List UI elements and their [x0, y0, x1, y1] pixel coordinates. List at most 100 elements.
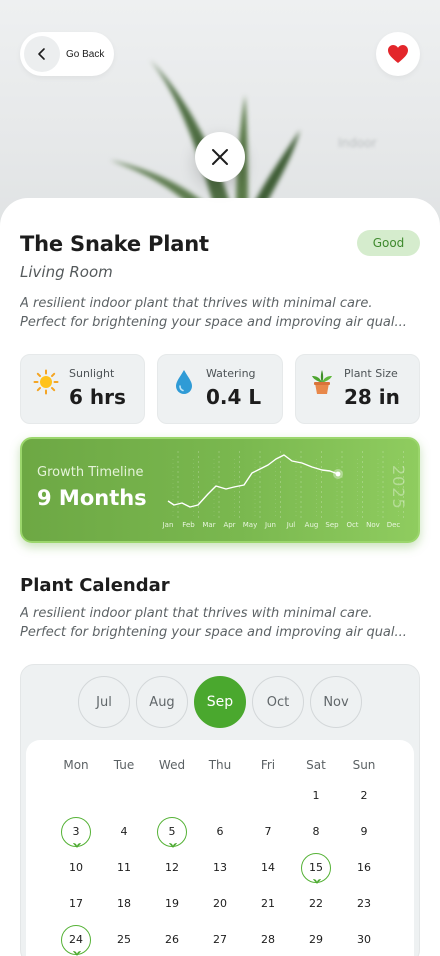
growth-label: Growth Timeline: [37, 465, 144, 480]
growth-timeline-card[interactable]: Jan Feb Mar Apr May Jun Jul Aug Sep Oct Nov Dec Gro…: [20, 437, 420, 543]
calendar-day-number: 3: [72, 825, 80, 838]
growth-month-label: Dec: [387, 521, 401, 529]
calendar-day[interactable]: 11: [109, 853, 139, 883]
calendar-day-number: 30: [357, 933, 371, 946]
calendar-day-number: 8: [312, 825, 320, 838]
calendar-day-number: 15: [309, 861, 323, 874]
calendar-day-number: 16: [357, 861, 371, 874]
potted-plant-icon: [310, 369, 334, 399]
calendar-day-number: 7: [264, 825, 272, 838]
calendar-day[interactable]: 18: [109, 889, 139, 919]
calendar-day[interactable]: 7: [253, 817, 283, 847]
plant-name: The Snake Plant: [20, 232, 209, 256]
calendar-day-watering[interactable]: 24: [61, 925, 91, 956]
calendar-day-watering[interactable]: 3: [61, 817, 91, 848]
weekday-label: Mon: [63, 758, 89, 772]
growth-month-label: Jul: [286, 521, 296, 529]
growth-month-label: Nov: [366, 521, 380, 529]
calendar-day-number: 4: [120, 825, 128, 838]
calendar-day[interactable]: 10: [61, 853, 91, 883]
calendar-day[interactable]: 14: [253, 853, 283, 883]
weekday-label: Fri: [260, 758, 276, 772]
calendar-day-number: 10: [69, 861, 83, 874]
calendar-day[interactable]: 4: [109, 817, 139, 847]
calendar-day[interactable]: 20: [205, 889, 235, 919]
calendar-day-number: 14: [261, 861, 275, 874]
calendar-day-number: 6: [216, 825, 224, 838]
plant-calendar-title: Plant Calendar: [20, 575, 170, 596]
plant-calendar-description-line-1: A resilient indoor plant that thrives wi…: [20, 606, 373, 621]
plant-location: Living Room: [20, 263, 113, 281]
sprout-icon: [313, 879, 321, 884]
stat-card-sunlight: Sunlight 6 hrs: [20, 354, 145, 424]
calendar-day-number: 17: [69, 897, 83, 910]
calendar-day-watering[interactable]: 15: [301, 853, 331, 884]
growth-month-label: May: [243, 521, 257, 529]
growth-month-label: Feb: [182, 521, 195, 529]
calendar-day-number: 18: [117, 897, 131, 910]
hero-tag: Indoor: [338, 136, 377, 150]
go-back-label: Go Back: [66, 48, 105, 60]
plant-description-line-2: Perfect for brightening your space and i…: [20, 315, 407, 330]
calendar-day[interactable]: 21: [253, 889, 283, 919]
calendar-day-number: 28: [261, 933, 275, 946]
calendar-day[interactable]: 9: [349, 817, 379, 847]
plant-calendar-description: A resilient indoor plant that thrives wi…: [20, 604, 425, 642]
calendar-day-number: 9: [360, 825, 368, 838]
plant-description-line-1: A resilient indoor plant that thrives wi…: [20, 296, 373, 311]
growth-month-label: Oct: [346, 521, 358, 529]
growth-value: 9 Months: [37, 486, 147, 510]
close-button[interactable]: [195, 132, 245, 182]
calendar-day[interactable]: 16: [349, 853, 379, 883]
growth-month-label: Mar: [202, 521, 215, 529]
weekday-label: Sun: [352, 758, 376, 772]
calendar-day-number: 23: [357, 897, 371, 910]
month-pill-nov[interactable]: Nov: [310, 676, 362, 728]
calendar-day-watering[interactable]: 5: [157, 817, 187, 848]
calendar-day-number: 26: [165, 933, 179, 946]
month-pill-jul[interactable]: Jul: [78, 676, 130, 728]
calendar-day[interactable]: 27: [205, 925, 235, 955]
calendar-day-number: 19: [165, 897, 179, 910]
weekday-label: Tue: [113, 758, 135, 772]
growth-month-label: Aug: [305, 521, 319, 529]
growth-year: 2025: [389, 465, 408, 510]
favorite-button[interactable]: [376, 32, 420, 76]
calendar-day[interactable]: 23: [349, 889, 379, 919]
calendar-day[interactable]: 26: [157, 925, 187, 955]
calendar-day-number: 11: [117, 861, 131, 874]
calendar-day[interactable]: 17: [61, 889, 91, 919]
calendar-day[interactable]: 28: [253, 925, 283, 955]
calendar-day-number: 5: [168, 825, 176, 838]
calendar-day-number: 29: [309, 933, 323, 946]
calendar-day[interactable]: 12: [157, 853, 187, 883]
calendar-day[interactable]: 25: [109, 925, 139, 955]
heart-icon: [388, 45, 408, 63]
close-icon: [212, 149, 228, 165]
month-pill-sep[interactable]: Sep: [194, 676, 246, 728]
calendar-day-number: 21: [261, 897, 275, 910]
calendar-day[interactable]: 29: [301, 925, 331, 955]
month-pill-oct[interactable]: Oct: [252, 676, 304, 728]
month-pill-aug[interactable]: Aug: [136, 676, 188, 728]
calendar-day[interactable]: 2: [349, 781, 379, 811]
calendar-day-number: 1: [312, 789, 320, 802]
water-drop-icon: [174, 369, 194, 399]
calendar-day[interactable]: 1: [301, 781, 331, 811]
weekday-label: Thu: [208, 758, 232, 772]
calendar-day-number: 22: [309, 897, 323, 910]
go-back-button[interactable]: Go Back: [20, 32, 114, 76]
calendar-day-number: 12: [165, 861, 179, 874]
chevron-left-icon: [24, 36, 60, 72]
calendar-day[interactable]: 13: [205, 853, 235, 883]
calendar-day[interactable]: 22: [301, 889, 331, 919]
growth-month-label: Sep: [325, 521, 339, 529]
calendar-day[interactable]: 8: [301, 817, 331, 847]
calendar-day-number: 24: [69, 933, 83, 946]
calendar-day-number: 20: [213, 897, 227, 910]
calendar-day[interactable]: 19: [157, 889, 187, 919]
calendar-day[interactable]: 30: [349, 925, 379, 955]
sun-icon: [33, 369, 59, 399]
plant-calendar-description-line-2: Perfect for brightening your space and i…: [20, 625, 407, 640]
calendar-day[interactable]: 6: [205, 817, 235, 847]
